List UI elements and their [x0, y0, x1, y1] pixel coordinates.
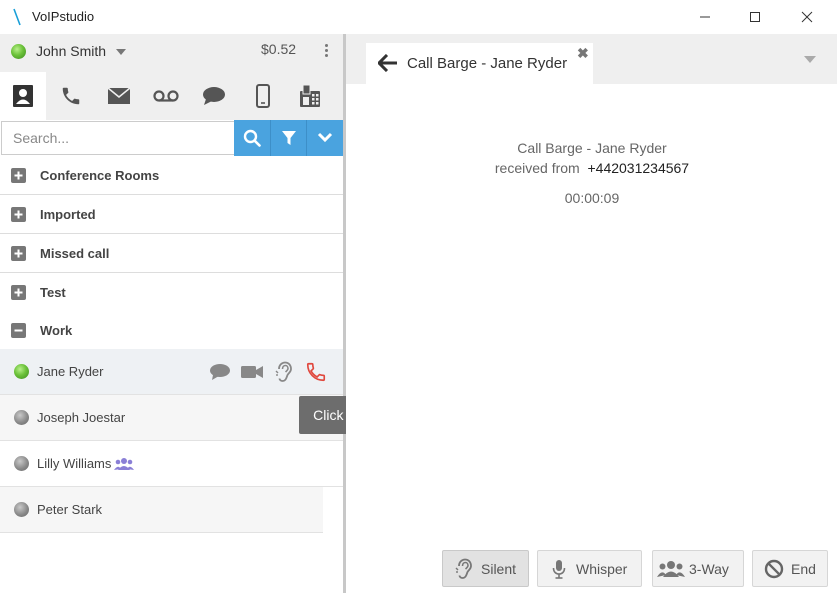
title-bar: VoIPstudio [0, 0, 837, 34]
whisper-button[interactable]: Whisper [537, 550, 642, 587]
search-input[interactable] [1, 121, 234, 155]
tab-messages[interactable] [96, 72, 142, 120]
presence-icon [14, 410, 29, 425]
group-label: Missed call [40, 246, 110, 261]
microphone-icon [548, 559, 570, 579]
group-users-icon [112, 453, 136, 475]
tab-voicemail[interactable] [143, 72, 189, 120]
group-conference-rooms[interactable]: Conference Rooms [0, 156, 343, 195]
three-way-button[interactable]: 3-Way [652, 550, 744, 587]
expand-plus-icon[interactable] [11, 285, 26, 300]
tab-chat[interactable] [191, 72, 237, 120]
ban-icon [763, 559, 785, 579]
tab-contacts[interactable] [0, 72, 46, 120]
maximize-button[interactable] [732, 0, 778, 34]
tab-calls[interactable] [48, 72, 94, 120]
silent-button[interactable]: Silent [442, 550, 529, 587]
tab-fax[interactable] [287, 72, 333, 120]
presence-icon [14, 364, 29, 379]
caller-number: +442031234567 [587, 160, 690, 176]
barge-in-call-button[interactable] [304, 361, 328, 383]
chat-button[interactable] [208, 361, 232, 383]
chat-bubble-icon [203, 87, 225, 105]
call-tabs-bar: Call Barge - Jane Ryder ✖ [346, 34, 837, 84]
user-bar: John Smith $0.52 [0, 34, 343, 72]
phone-icon [62, 87, 80, 105]
tab-call-barge[interactable]: Call Barge - Jane Ryder ✖ [366, 43, 593, 84]
close-tab-icon[interactable]: ✖ [577, 45, 589, 62]
contact-name: Lilly Williams [37, 456, 112, 471]
user-status-icon[interactable] [11, 44, 26, 59]
contacts-icon [13, 85, 33, 107]
contact-row-lilly-williams[interactable]: Lilly Williams [0, 441, 343, 487]
fax-icon [300, 84, 320, 107]
close-window-button[interactable] [784, 0, 830, 34]
contact-name: Joseph Joestar [37, 410, 126, 425]
presence-icon [14, 456, 29, 471]
presence-icon [14, 502, 29, 517]
filter-button[interactable] [270, 120, 306, 156]
ear-icon [275, 361, 292, 382]
group-users-icon [657, 559, 685, 579]
more-options-icon[interactable] [322, 43, 330, 59]
group-test[interactable]: Test [0, 273, 343, 312]
group-work[interactable]: Work [0, 311, 343, 350]
collapse-minus-icon[interactable] [11, 323, 26, 338]
end-call-button[interactable]: End [752, 550, 828, 587]
envelope-icon [107, 87, 131, 104]
app-logo-icon [13, 8, 21, 26]
user-menu-chevron-down-icon[interactable] [116, 49, 126, 55]
end-label: End [791, 560, 816, 577]
video-camera-icon [241, 366, 263, 378]
listen-button[interactable] [272, 361, 296, 383]
call-info: Call Barge - Jane Ryder received from +4… [325, 138, 837, 178]
group-missed-call[interactable]: Missed call [0, 234, 343, 273]
expand-plus-icon[interactable] [11, 246, 26, 261]
contact-row-peter-stark[interactable]: Peter Stark [0, 487, 323, 533]
contact-name: Jane Ryder [37, 364, 104, 379]
contact-name: Peter Stark [37, 502, 103, 517]
close-icon [801, 11, 813, 23]
contact-row-jane-ryder[interactable]: Jane Ryder [0, 349, 343, 395]
filter-icon [281, 131, 296, 145]
chat-bubble-icon [210, 364, 230, 380]
maximize-icon [750, 12, 760, 22]
expand-plus-icon[interactable] [11, 168, 26, 183]
app-title: VoIPstudio [32, 9, 95, 24]
video-call-button[interactable] [240, 361, 264, 383]
expand-plus-icon[interactable] [11, 207, 26, 222]
received-from-label: received from [494, 160, 580, 176]
mobile-phone-icon [256, 84, 270, 108]
group-label: Conference Rooms [40, 168, 160, 183]
phone-icon [306, 362, 326, 382]
call-title: Call Barge - Jane Ryder [517, 140, 667, 156]
whisper-label: Whisper [576, 560, 628, 577]
silent-label: Silent [481, 560, 517, 577]
search-icon [243, 129, 261, 147]
search-row [0, 120, 343, 156]
contact-row-joseph-joestar[interactable]: Joseph Joestar [0, 395, 343, 441]
group-label: Work [40, 323, 73, 338]
call-tab-title: Call Barge - Jane Ryder [407, 55, 568, 72]
call-timer: 00:00:09 [564, 190, 620, 206]
main-tabs [0, 72, 343, 120]
user-name[interactable]: John Smith [36, 43, 106, 59]
account-balance: $0.52 [261, 41, 297, 57]
tabs-dropdown-chevron-down-icon[interactable] [804, 56, 816, 63]
call-source: received from +442031234567 [325, 158, 837, 178]
minimize-icon [700, 16, 710, 18]
three-way-label: 3-Way [689, 560, 729, 577]
minimize-button[interactable] [682, 0, 728, 34]
group-imported[interactable]: Imported [0, 195, 343, 234]
ear-icon [453, 558, 475, 579]
group-label: Test [40, 285, 66, 300]
contacts-panel: John Smith $0.52 Search... Conference Ro… [0, 34, 346, 593]
search-button[interactable] [234, 120, 270, 156]
tab-mobile[interactable] [240, 72, 286, 120]
call-panel: Call Barge - Jane Ryder ✖ Call Barge - J… [346, 34, 837, 593]
group-label: Imported [40, 207, 96, 222]
arrow-left-icon[interactable] [378, 54, 398, 72]
voicemail-icon [153, 90, 179, 102]
